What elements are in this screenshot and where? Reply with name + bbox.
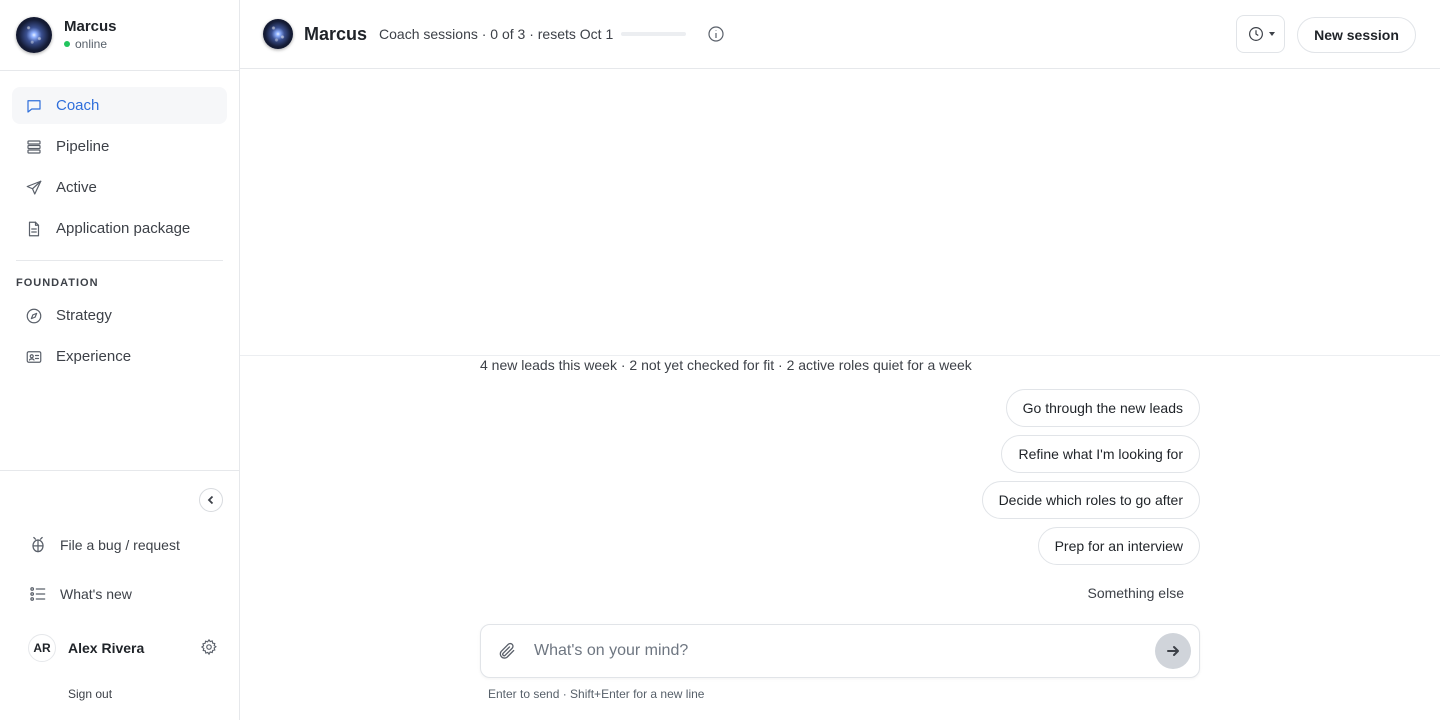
session-quota-progress [621, 32, 687, 36]
session-quota-text: Coach sessions · 0 of 3 · resets Oct 1 [379, 26, 614, 42]
nav-item-label: Pipeline [56, 138, 110, 155]
message-input[interactable] [534, 642, 1155, 660]
gear-icon [200, 638, 217, 656]
whats-new-label: What's new [60, 586, 132, 602]
info-icon[interactable] [708, 26, 724, 42]
history-dropdown-button[interactable] [1236, 15, 1285, 53]
file-bug-label: File a bug / request [60, 537, 180, 553]
main-area: Marcus Coach sessions · 0 of 3 · resets … [240, 0, 1440, 720]
sidebar: Marcus online Coach Pipeline Active Appl… [0, 0, 240, 720]
suggestion-decide-roles[interactable]: Decide which roles to go after [981, 481, 1200, 519]
message-composer [480, 624, 1200, 678]
nav-item-pipeline[interactable]: Pipeline [12, 128, 227, 165]
suggestion-something-else[interactable]: Something else [1071, 574, 1200, 612]
nav-item-label: Active [56, 179, 97, 196]
paper-plane-icon [24, 178, 44, 198]
collapse-sidebar-button[interactable] [199, 488, 223, 512]
nav-item-label: Coach [56, 97, 100, 114]
nav-item-application-package[interactable]: Application package [12, 210, 227, 247]
whats-new-button[interactable]: What's new [28, 584, 132, 604]
agent-avatar [16, 17, 52, 53]
suggestion-go-through-new-leads[interactable]: Go through the new leads [1005, 389, 1200, 427]
suggestion-refine-looking-for[interactable]: Refine what I'm looking for [1001, 435, 1200, 473]
header-agent-name: Marcus [304, 23, 368, 44]
bug-icon [32, 536, 44, 553]
document-icon [24, 219, 44, 239]
agent-name: Marcus [64, 18, 117, 35]
chat-bubble-icon [24, 96, 44, 116]
sidebar-footer: File a bug / request What's new AR Alex … [0, 470, 239, 720]
arrow-right-icon [1167, 646, 1179, 656]
nav-item-experience[interactable]: Experience [12, 338, 227, 375]
nav-item-label: Strategy [56, 307, 112, 324]
chevron-down-icon [1268, 32, 1275, 36]
chevron-left-icon [207, 495, 214, 505]
agent-status: online [64, 36, 117, 52]
compass-icon [24, 306, 44, 326]
top-bar: Marcus Coach sessions · 0 of 3 · resets … [240, 0, 1440, 69]
file-bug-button[interactable]: File a bug / request [28, 535, 180, 555]
nav-item-active[interactable]: Active [12, 169, 227, 206]
stack-icon [24, 137, 44, 157]
user-row: AR Alex Rivera [28, 634, 218, 662]
nav-item-coach[interactable]: Coach [12, 87, 227, 124]
sign-out-link[interactable]: Sign out [68, 687, 112, 701]
agent-avatar-header [263, 19, 293, 49]
send-button[interactable] [1155, 633, 1191, 669]
main-nav: Coach Pipeline Active Application packag… [0, 71, 239, 375]
new-session-button[interactable]: New session [1297, 17, 1416, 53]
attach-button[interactable] [497, 641, 517, 661]
list-icon [30, 587, 46, 601]
agent-status-label: online [75, 37, 108, 51]
leads-summary: 4 new leads this week · 2 not yet checke… [480, 357, 972, 373]
sidebar-header: Marcus online [0, 0, 239, 71]
online-dot-icon [64, 41, 70, 47]
id-card-icon [24, 347, 44, 367]
content-divider [240, 355, 1440, 356]
suggestion-prep-interview[interactable]: Prep for an interview [1037, 527, 1200, 565]
nav-item-label: Experience [56, 348, 132, 365]
settings-button[interactable] [200, 638, 218, 661]
section-label-foundation: FOUNDATION [16, 277, 99, 289]
nav-divider [16, 260, 223, 261]
composer-hint: Enter to send · Shift+Enter for a new li… [488, 687, 705, 701]
nav-item-label: Application package [56, 220, 191, 237]
user-name: Alex Rivera [68, 640, 145, 656]
paperclip-icon [499, 642, 515, 659]
nav-item-strategy[interactable]: Strategy [12, 297, 227, 334]
clock-icon [1248, 27, 1263, 41]
user-avatar[interactable]: AR [28, 634, 56, 662]
